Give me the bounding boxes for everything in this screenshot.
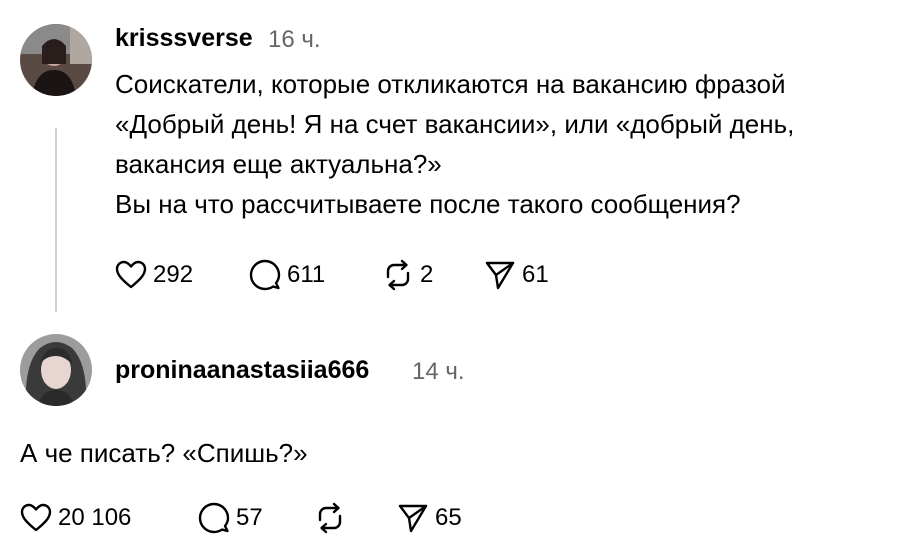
- post-repost-count: 2: [420, 261, 434, 288]
- post-like-count: 292: [153, 261, 194, 288]
- reply-like-count: 20 106: [58, 504, 132, 531]
- reply-timestamp[interactable]: 14 ч.: [412, 358, 465, 386]
- reply-actions: 20 106 57 65: [20, 500, 480, 536]
- reply-comment-count: 57: [236, 504, 263, 531]
- reply-share-count: 65: [435, 504, 462, 531]
- reply-text-line: А че писать? «Спишь?»: [20, 438, 308, 468]
- avatar-photo: [20, 24, 92, 96]
- reply-body: А че писать? «Спишь?»: [20, 433, 308, 473]
- reply-repost-button[interactable]: [314, 500, 346, 536]
- post-timestamp[interactable]: 16 ч.: [268, 26, 321, 54]
- post-like-button[interactable]: 292: [115, 257, 193, 293]
- comment-bubble-icon: [198, 502, 230, 534]
- post-text-line: «Добрый день! Я на счет вакансии», или «…: [115, 109, 795, 139]
- repost-icon: [318, 502, 342, 534]
- reply-share-button[interactable]: 65: [397, 500, 462, 536]
- heart-icon: [20, 503, 52, 532]
- post-body: Соискатели, которые откликаются на вакан…: [115, 64, 794, 224]
- post-actions: 292 611 2 61: [115, 257, 575, 293]
- post-text-line: вакансия еще актуальна?»: [115, 149, 442, 179]
- post-repost-button[interactable]: 2: [382, 257, 433, 293]
- post-text-line: Соискатели, которые откликаются на вакан…: [115, 69, 786, 99]
- comment-bubble-icon: [249, 259, 281, 291]
- post-comment-count: 611: [287, 261, 326, 288]
- reply-author-username[interactable]: proninaanastasiia666: [115, 356, 369, 385]
- repost-icon: [386, 259, 410, 291]
- post-author-username[interactable]: krisssverse: [115, 24, 253, 53]
- reply-author-avatar[interactable]: [20, 334, 92, 406]
- heart-icon: [115, 260, 147, 289]
- post-comment-button[interactable]: 611: [249, 257, 325, 293]
- reply-like-button[interactable]: 20 106: [20, 500, 131, 536]
- avatar-photo: [20, 334, 92, 406]
- reply-comment-button[interactable]: 57: [198, 500, 263, 536]
- post-share-button[interactable]: 61: [484, 257, 549, 293]
- post-text-line: Вы на что рассчитываете после такого соо…: [115, 189, 741, 219]
- share-send-icon: [485, 261, 515, 290]
- post-author-avatar[interactable]: [20, 24, 92, 96]
- share-send-icon: [398, 504, 428, 533]
- post-share-count: 61: [522, 261, 549, 288]
- thread-connector-line: [55, 128, 57, 312]
- threads-feed: krisssverse 16 ч. Соискатели, которые от…: [0, 0, 900, 555]
